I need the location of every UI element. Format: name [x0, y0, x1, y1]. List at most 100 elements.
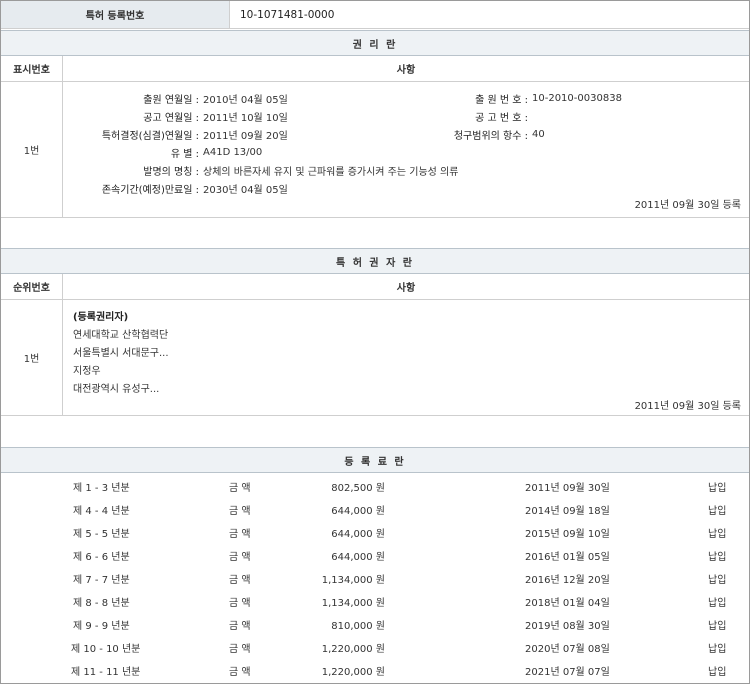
owners-section-title: 특 허 권 자 란	[1, 248, 749, 274]
field-claims-count: 청구범위의 항수 : 40	[413, 127, 545, 142]
fee-amount-label: 금 액	[229, 552, 251, 563]
fee-row: 제 4 - 4 년분 금 액 644,000 원 2014년 09월 18일 납…	[1, 502, 749, 517]
fee-amount-label: 금 액	[229, 529, 251, 540]
fee-period: 제 11 - 11 년분	[71, 667, 141, 678]
fee-status: 납입	[708, 506, 727, 517]
fee-amount: 1,134,000 원	[321, 598, 385, 609]
field-expiry-date: 존속기간(예정)만료일 : 2030년 04월 05일	[83, 181, 288, 196]
fee-status: 납입	[708, 575, 727, 586]
registration-number-row: 특허 등록번호 10-1071481-0000	[1, 1, 749, 29]
fee-date: 2016년 01월 05일	[525, 552, 610, 563]
field-key: 청구범위의 항수 :	[453, 130, 528, 142]
fee-status: 납입	[708, 598, 727, 609]
fee-amount: 810,000 원	[331, 621, 385, 632]
field-classification: 유 별 : A41D 13/00	[83, 145, 263, 160]
fee-row: 제 5 - 5 년분 금 액 644,000 원 2015년 09월 10일 납…	[1, 525, 749, 540]
fee-date: 2021년 07월 07일	[525, 667, 610, 678]
field-application-number: 출 원 번 호 : 10-2010-0030838	[413, 91, 622, 106]
field-key: 특허결정(심결)연월일 :	[101, 130, 199, 142]
fee-date: 2014년 09월 18일	[525, 506, 610, 517]
fee-period: 제 6 - 6 년분	[73, 552, 130, 563]
fee-amount-label: 금 액	[229, 483, 251, 494]
fee-period: 제 10 - 10 년분	[71, 644, 141, 655]
fee-period: 제 1 - 3 년분	[73, 483, 130, 494]
field-key: 유 별 :	[170, 148, 199, 160]
owners-col-content: 사항	[396, 283, 416, 294]
field-decision-date: 특허결정(심결)연월일 : 2011년 09월 20일	[83, 127, 288, 142]
fee-row: 제 1 - 3 년분 금 액 802,500 원 2011년 09월 30일 납…	[1, 479, 749, 494]
fee-status: 납입	[708, 529, 727, 540]
fee-period: 제 4 - 4 년분	[73, 506, 130, 517]
rights-registered-date: 2011년 09월 30일 등록	[634, 200, 741, 211]
fee-amount-label: 금 액	[229, 575, 251, 586]
fee-amount: 644,000 원	[331, 552, 385, 563]
fee-row: 제 8 - 8 년분 금 액 1,134,000 원 2018년 01월 04일…	[1, 594, 749, 609]
fee-amount-label: 금 액	[229, 621, 251, 632]
owner-line: 지정우	[73, 366, 101, 377]
fee-amount-label: 금 액	[229, 644, 251, 655]
rights-column-header: 표시번호 사항	[1, 56, 749, 82]
owners-col-number: 순위번호	[1, 274, 63, 299]
fee-period: 제 8 - 8 년분	[73, 598, 130, 609]
owners-column-header: 순위번호 사항	[1, 274, 749, 300]
fee-amount-label: 금 액	[229, 598, 251, 609]
field-value: 2010년 04월 05일	[203, 94, 288, 106]
field-key: 발명의 명칭 :	[143, 166, 199, 178]
fee-period: 제 5 - 5 년분	[73, 529, 130, 540]
rights-content: 출원 연월일 : 2010년 04월 05일 공고 연월일 : 2011년 10…	[63, 82, 749, 217]
field-key: 공고 연월일 :	[143, 112, 199, 124]
field-key: 공 고 번 호 :	[475, 112, 528, 124]
owners-row-number: 1번	[1, 300, 63, 415]
fee-row: 제 9 - 9 년분 금 액 810,000 원 2019년 08월 30일 납…	[1, 617, 749, 632]
fees-table: 제 1 - 3 년분 금 액 802,500 원 2011년 09월 30일 납…	[1, 473, 749, 683]
field-value: A41D 13/00	[203, 146, 263, 158]
fee-date: 2016년 12월 20일	[525, 575, 610, 586]
fee-period: 제 7 - 7 년분	[73, 575, 130, 586]
patent-registry-frame: 특허 등록번호 10-1071481-0000 권 리 란 표시번호 사항 1번…	[0, 0, 750, 684]
fees-section-title: 등 록 료 란	[1, 447, 749, 473]
fee-period: 제 9 - 9 년분	[73, 621, 130, 632]
owner-line: 서울특별시 서대문구...	[73, 348, 169, 359]
fee-status: 납입	[708, 483, 727, 494]
fee-status: 납입	[708, 621, 727, 632]
fee-date: 2019년 08월 30일	[525, 621, 610, 632]
owners-content: (등록권리자) 연세대학교 산학협력단 서울특별시 서대문구... 지정우 대전…	[63, 300, 749, 415]
fee-date: 2018년 01월 04일	[525, 598, 610, 609]
registration-number-value: 10-1071481-0000	[240, 8, 335, 21]
field-invention-title: 발명의 명칭 : 상체의 바른자세 유지 및 근파워를 증가시켜 주는 기능성 …	[83, 163, 459, 178]
fee-amount-label: 금 액	[229, 667, 251, 678]
field-key: 출 원 번 호 :	[475, 94, 528, 106]
fee-row: 제 6 - 6 년분 금 액 644,000 원 2016년 01월 05일 납…	[1, 548, 749, 563]
field-value: 40	[532, 128, 545, 140]
owner-line: 대전광역시 유성구...	[73, 384, 160, 395]
fee-amount: 802,500 원	[331, 483, 385, 494]
rights-row: 1번 출원 연월일 : 2010년 04월 05일 공고 연월일 : 2011년…	[1, 82, 749, 218]
owners-row: 1번 (등록권리자) 연세대학교 산학협력단 서울특별시 서대문구... 지정우…	[1, 300, 749, 416]
field-value: 10-2010-0030838	[532, 92, 622, 104]
owners-registered-date: 2011년 09월 30일 등록	[634, 401, 741, 412]
fee-date: 2011년 09월 30일	[525, 483, 610, 494]
fee-status: 납입	[708, 552, 727, 563]
owner-line: 연세대학교 산학협력단	[73, 330, 169, 341]
fee-row: 제 7 - 7 년분 금 액 1,134,000 원 2016년 12월 20일…	[1, 571, 749, 586]
field-value: 상체의 바른자세 유지 및 근파워를 증가시켜 주는 기능성 의류	[203, 166, 459, 178]
owner-heading: (등록권리자)	[73, 312, 129, 323]
registration-number-label: 특허 등록번호	[1, 1, 230, 28]
fee-amount: 644,000 원	[331, 506, 385, 517]
fee-amount: 1,220,000 원	[321, 644, 385, 655]
fee-row: 제 10 - 10 년분 금 액 1,220,000 원 2020년 07월 0…	[1, 640, 749, 655]
fee-amount-label: 금 액	[229, 506, 251, 517]
field-application-date: 출원 연월일 : 2010년 04월 05일	[83, 91, 288, 106]
rights-col-content: 사항	[396, 65, 416, 76]
fee-amount: 1,220,000 원	[321, 667, 385, 678]
field-value: 2011년 09월 20일	[203, 130, 288, 142]
fee-date: 2015년 09월 10일	[525, 529, 610, 540]
rights-col-number: 표시번호	[1, 56, 63, 81]
rights-row-number: 1번	[1, 82, 63, 217]
fee-amount: 1,134,000 원	[321, 575, 385, 586]
fee-row: 제 11 - 11 년분 금 액 1,220,000 원 2021년 07월 0…	[1, 663, 749, 678]
fee-status: 납입	[708, 667, 727, 678]
field-key: 출원 연월일 :	[143, 94, 199, 106]
field-value: 2030년 04월 05일	[203, 184, 288, 196]
rights-section-title: 권 리 란	[1, 30, 749, 56]
